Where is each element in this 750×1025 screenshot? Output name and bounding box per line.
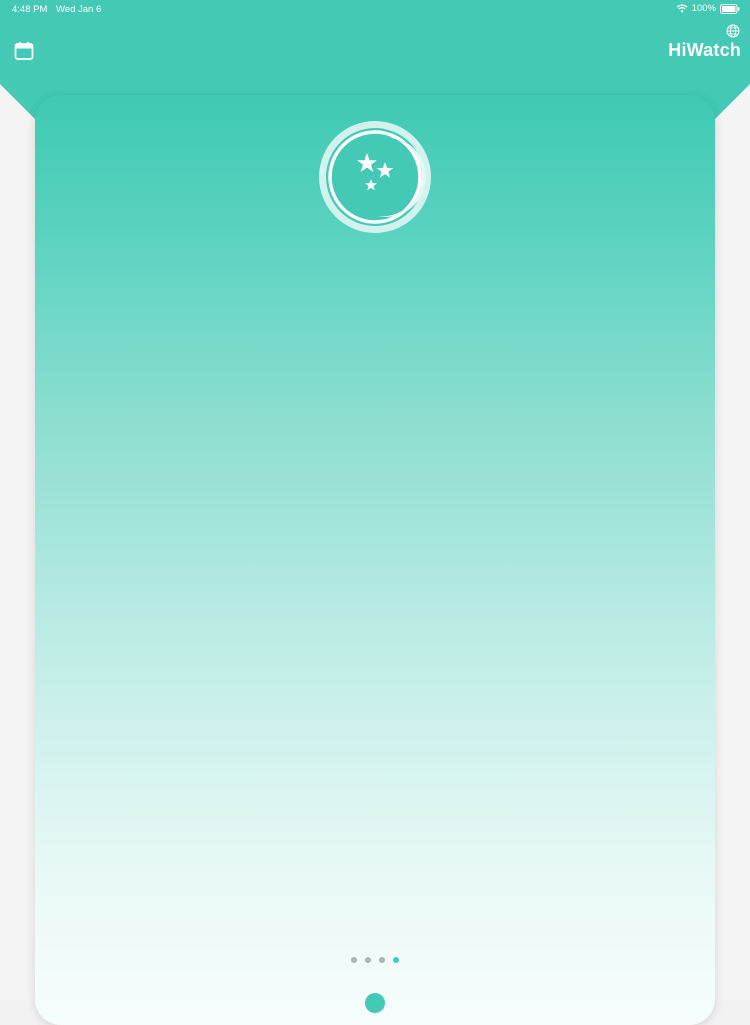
- right-side-panel: [710, 84, 750, 1000]
- calendar-button[interactable]: [14, 41, 34, 61]
- globe-icon[interactable]: [726, 24, 740, 38]
- page-dot-1[interactable]: [351, 957, 357, 963]
- page-dot-3[interactable]: [379, 957, 385, 963]
- status-bar: 4:48 PM Wed Jan 6 100%: [0, 0, 750, 20]
- moon-stars-icon: [319, 121, 431, 233]
- left-side-panel: [0, 84, 40, 1000]
- battery-icon: [720, 3, 740, 14]
- page-dot-4-active[interactable]: [393, 957, 399, 963]
- battery-percent: 100%: [691, 3, 716, 14]
- page-indicator[interactable]: [351, 957, 399, 963]
- calendar-icon: [14, 41, 34, 60]
- bottom-action-button[interactable]: [365, 993, 385, 1013]
- wifi-icon: [676, 4, 688, 13]
- main-card: [35, 95, 715, 1025]
- status-right-group: 100%: [676, 3, 740, 14]
- status-time: 4:48 PM: [12, 4, 48, 15]
- page-dot-2[interactable]: [365, 957, 371, 963]
- status-date: Wed Jan 6: [56, 4, 102, 15]
- app-title: HiWatch: [668, 40, 741, 60]
